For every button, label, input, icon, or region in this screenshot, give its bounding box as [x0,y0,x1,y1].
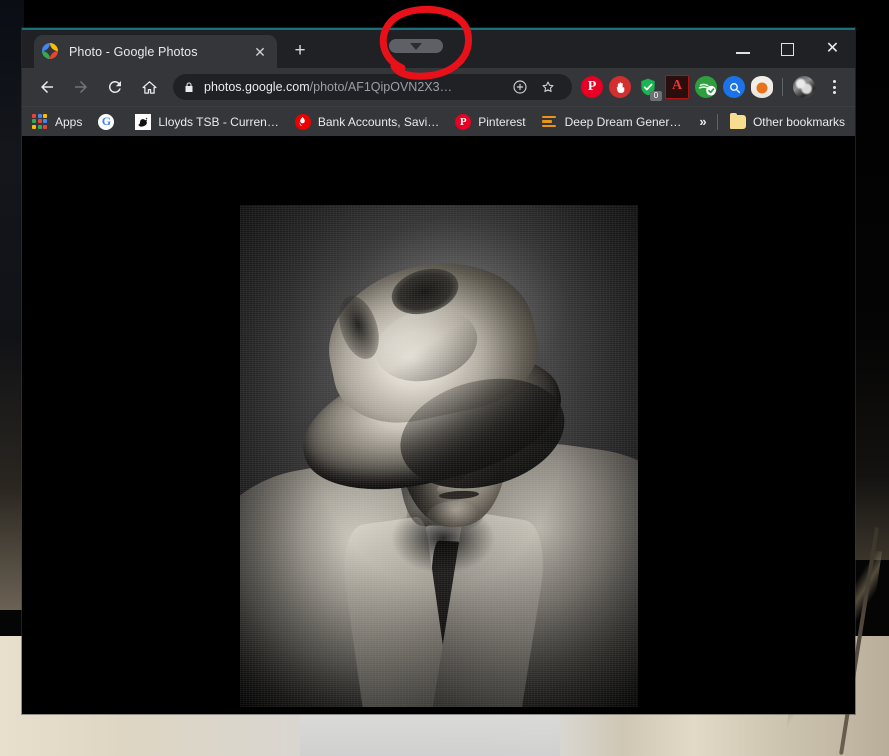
minimize-button[interactable] [720,30,765,68]
chrome-browser-window: Photo - Google Photos ✕ + ✕ photos.googl… [22,5,855,170]
lock-icon [183,81,195,94]
menu-dot [832,91,836,95]
chrome-three-dot-menu[interactable] [823,75,845,99]
chrome-title-bar: Photo - Google Photos ✕ + ✕ [22,5,855,80]
pinterest-extension-icon[interactable]: P [581,76,603,98]
bookmark-bank-accounts[interactable]: Bank Accounts, Savi… [294,113,440,130]
tab-title: Photo - Google Photos [69,44,198,59]
google-photos-icon [42,43,59,60]
profile-avatar[interactable] [793,76,815,98]
bookmarks-overflow-button[interactable]: » [699,114,706,129]
pinterest-icon: P [455,113,472,130]
extension-badge-count: 0 [650,91,662,101]
bookmark-label: Lloyds TSB - Curren… [158,114,279,129]
santander-flame-icon [294,113,311,130]
omnibox-actions [506,76,562,98]
chevron-down-icon [410,42,422,50]
maximize-button[interactable] [765,30,810,68]
menu-dot [832,79,836,83]
backdrop-left-dark [0,0,24,610]
capsule-extension-icon[interactable] [751,76,773,98]
tab-search-pill[interactable] [389,39,443,53]
bookmark-label: Pinterest [478,114,526,129]
star-icon[interactable] [537,76,559,98]
google-photos-page [22,170,855,714]
portrait-photo [240,205,638,707]
toolbar-divider [782,78,783,96]
backdrop-top-dark [0,0,889,30]
bookmarks-bar: Apps G Lloyds TSB - Curren… Bank Account… [22,106,855,136]
new-tab-button[interactable]: + [290,41,310,62]
bookmark-label: Bank Accounts, Savi… [317,114,440,129]
bookmark-lloyds-tsb[interactable]: Lloyds TSB - Curren… [135,113,279,130]
bookmark-label: Other bookmarks [752,114,845,129]
back-arrow-icon[interactable] [33,73,61,101]
google-g-icon: G [98,113,115,130]
browser-tab[interactable]: Photo - Google Photos ✕ [34,35,277,68]
green-circle-check-extension-icon[interactable] [695,76,717,98]
share-plus-circle-icon[interactable] [509,76,531,98]
bookmark-pinterest[interactable]: P Pinterest [455,113,526,130]
address-bar-url: photos.google.com/photo/AF1QipOVN2X3… [204,80,500,94]
adblock-hand-extension-icon[interactable] [609,76,631,98]
bookmark-label: Deep Dream Gener… [564,114,682,129]
url-domain: photos.google.com [204,80,310,94]
apps-grid-icon [32,113,48,130]
bookmark-other-bookmarks[interactable]: Other bookmarks [729,112,845,129]
bookmark-deep-dream-generator[interactable]: Deep Dream Gener… [541,114,682,130]
menu-dot [832,85,836,89]
forward-arrow-icon [67,73,95,101]
reload-icon[interactable] [101,73,129,101]
close-tab-icon[interactable]: ✕ [251,43,269,61]
bookmark-google[interactable]: G [98,113,121,130]
bookmarks-divider [716,113,718,130]
bookmark-apps[interactable]: Apps [32,113,83,130]
chrome-toolbar: photos.google.com/photo/AF1QipOVN2X3… P … [22,68,855,106]
monitor-screen: Photo - Google Photos ✕ + ✕ photos.googl… [22,5,855,714]
blue-search-extension-icon[interactable] [723,76,745,98]
bookmark-label: Apps [55,114,83,129]
window-controls: ✕ [720,30,855,68]
google-photos-viewer-image[interactable] [240,205,638,707]
lloyds-horse-icon [135,113,152,130]
close-button[interactable]: ✕ [810,30,855,68]
folder-icon [729,112,746,129]
home-icon[interactable] [135,73,163,101]
url-path: /photo/AF1QipOVN2X3… [309,80,453,94]
address-bar[interactable]: photos.google.com/photo/AF1QipOVN2X3… [173,74,572,100]
adobe-acrobat-extension-icon[interactable]: A [665,75,689,99]
shield-check-extension-icon[interactable]: 0 [637,76,662,101]
backdrop-right-dark [855,0,889,560]
deep-dream-bars-icon [541,114,558,130]
